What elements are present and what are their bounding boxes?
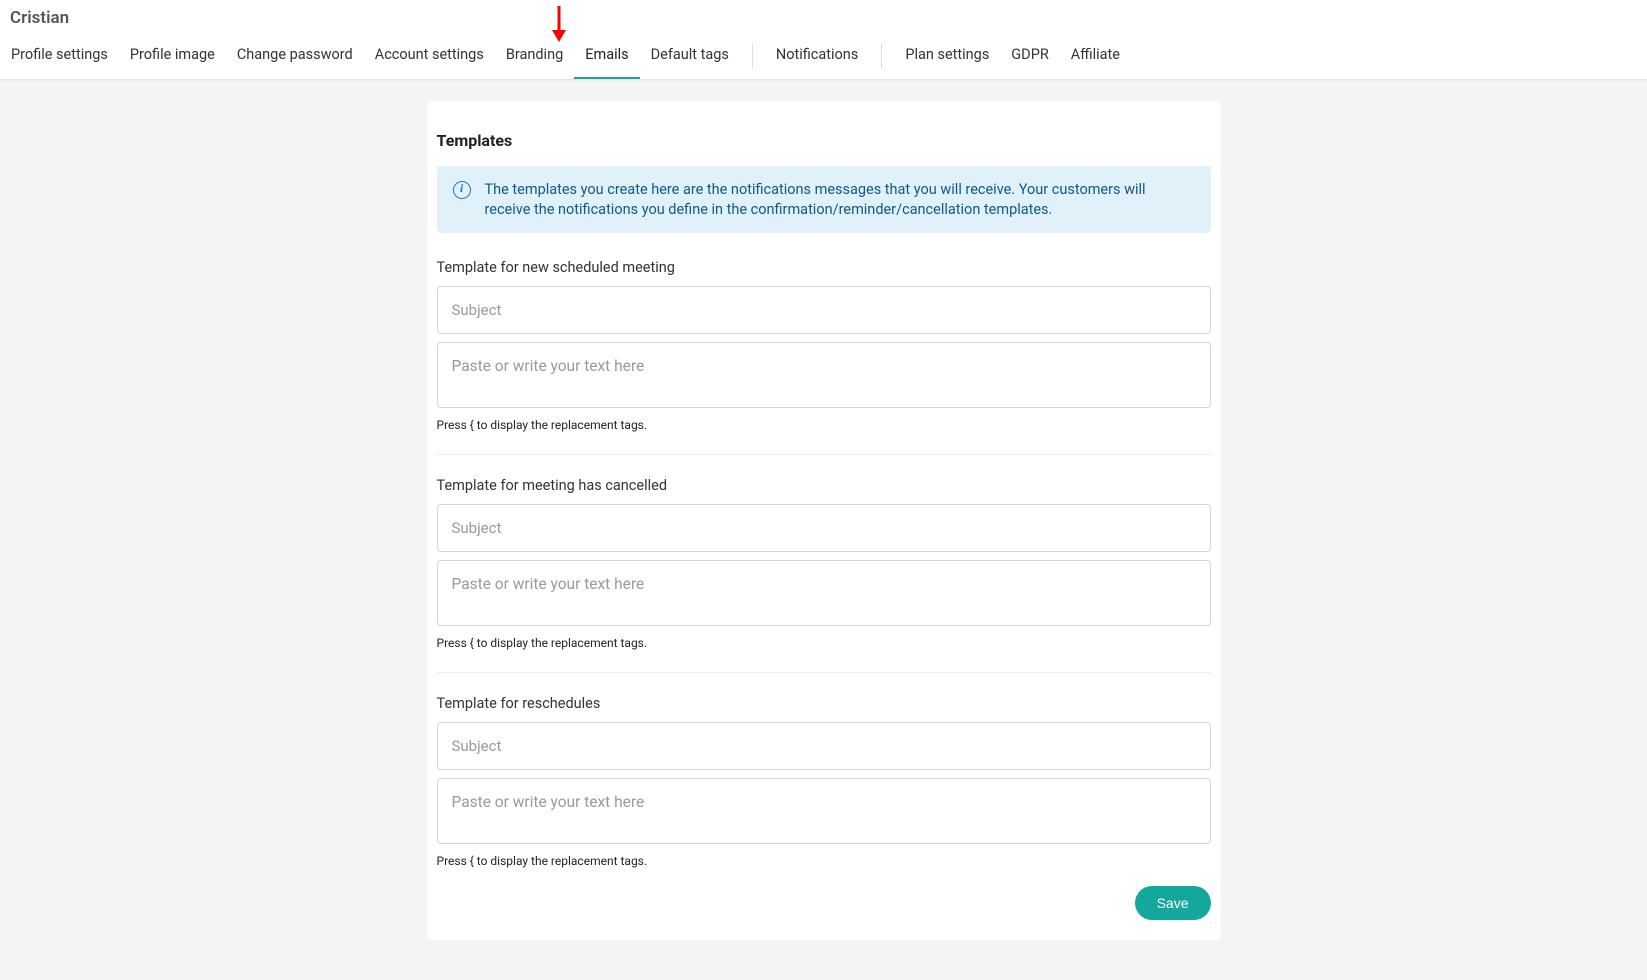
subject-input[interactable] [437, 504, 1211, 552]
tab-default-tags[interactable]: Default tags [640, 32, 740, 79]
tab-notifications[interactable]: Notifications [765, 32, 869, 79]
template-new-meeting: Template for new scheduled meeting Press… [437, 259, 1211, 455]
tab-affiliate[interactable]: Affiliate [1060, 32, 1131, 79]
templates-card: Templates The templates you create here … [427, 101, 1221, 940]
body-textarea[interactable] [437, 778, 1211, 844]
tab-change-password[interactable]: Change password [226, 32, 364, 79]
info-box: The templates you create here are the no… [437, 166, 1211, 233]
info-icon [453, 181, 471, 199]
page-title: Cristian [0, 0, 1647, 32]
template-cancelled: Template for meeting has cancelled Press… [437, 477, 1211, 673]
tabs-bar: Profile settings Profile image Change pa… [0, 32, 1647, 79]
hint-text: Press { to display the replacement tags. [437, 418, 1211, 432]
template-label: Template for reschedules [437, 695, 1211, 712]
footer-row: Save [437, 880, 1211, 920]
card-title: Templates [437, 131, 1211, 166]
hint-text: Press { to display the replacement tags. [437, 636, 1211, 650]
info-text: The templates you create here are the no… [485, 180, 1195, 219]
tab-gdpr[interactable]: GDPR [1000, 32, 1059, 79]
subject-input[interactable] [437, 722, 1211, 770]
save-button[interactable]: Save [1135, 886, 1211, 920]
template-label: Template for new scheduled meeting [437, 259, 1211, 276]
body-textarea[interactable] [437, 560, 1211, 626]
tab-profile-image[interactable]: Profile image [119, 32, 226, 79]
tab-account-settings[interactable]: Account settings [364, 32, 495, 79]
content-area: Templates The templates you create here … [0, 80, 1647, 980]
tab-branding[interactable]: Branding [495, 32, 574, 79]
tab-plan-settings[interactable]: Plan settings [894, 32, 1000, 79]
tab-profile-settings[interactable]: Profile settings [0, 32, 119, 79]
tab-separator [752, 43, 753, 69]
template-reschedules: Template for reschedules Press { to disp… [437, 695, 1211, 874]
template-label: Template for meeting has cancelled [437, 477, 1211, 494]
body-textarea[interactable] [437, 342, 1211, 408]
tab-emails[interactable]: Emails [574, 32, 639, 79]
header: Cristian Profile settings Profile image … [0, 0, 1647, 80]
subject-input[interactable] [437, 286, 1211, 334]
hint-text: Press { to display the replacement tags. [437, 854, 1211, 868]
tab-separator [881, 43, 882, 69]
